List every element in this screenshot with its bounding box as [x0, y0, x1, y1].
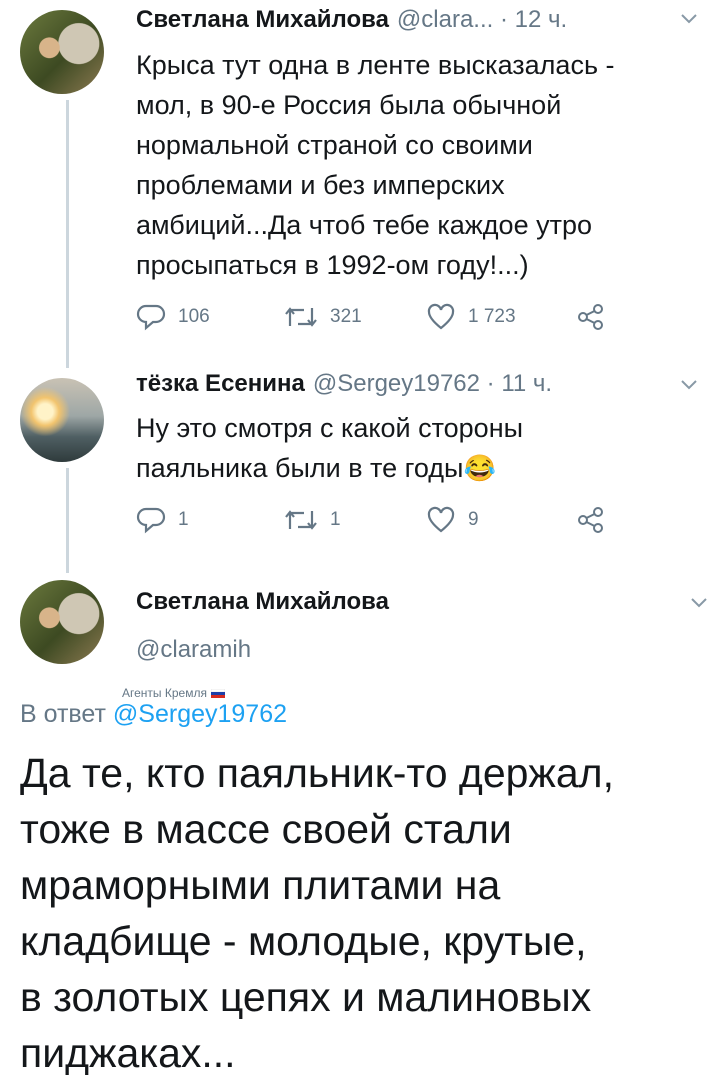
author-name[interactable]: Светлана Михайлова [136, 6, 389, 34]
reply-count: 106 [178, 306, 210, 327]
author-name[interactable]: Светлана Михайлова [136, 588, 389, 616]
share-button[interactable] [576, 505, 618, 535]
like-icon [427, 303, 455, 330]
overlay-badge: Агенты Кремля [122, 686, 225, 700]
thread-line [66, 100, 69, 368]
text-line: пиджаках... [20, 1030, 236, 1076]
text-line: мраморными плитами на [20, 862, 501, 908]
chevron-down-icon[interactable] [680, 378, 698, 396]
like-count: 1 723 [468, 306, 516, 327]
like-button[interactable]: 9 [426, 505, 479, 535]
text-line: Да те, кто паяльник-то держал, [20, 750, 614, 796]
text-line: в золотых цепях и малиновых [20, 974, 592, 1020]
share-icon [578, 304, 603, 330]
main-tweet-text: Да те, кто паяльник-то держал, тоже в ма… [20, 745, 720, 1081]
text-line-content: паяльника были в те годы [136, 453, 464, 483]
thread-line [66, 468, 69, 573]
text-line: паяльника были в те годы😂 [136, 448, 716, 488]
text-line: амбиций...Да чтоб тебе каждое утро [136, 210, 592, 240]
like-icon [427, 506, 455, 533]
retweet-count: 321 [330, 306, 362, 327]
tweet-text: Ну это смотря с какой стороны паяльника … [136, 408, 716, 488]
retweet-icon [285, 510, 317, 530]
reply-to-prefix: В ответ [20, 700, 106, 728]
share-button[interactable] [576, 302, 618, 332]
text-line: проблемами и без имперских [136, 170, 505, 200]
text-line: кладбище - молодые, крутые, [20, 918, 587, 964]
share-icon [578, 507, 603, 533]
flag-ru-icon [210, 688, 225, 698]
reply-icon [136, 304, 166, 331]
reply-button[interactable]: 106 [136, 302, 210, 332]
text-line: просыпаться в 1992-ом году!...) [136, 250, 529, 280]
author-handle-time[interactable]: @Sergey19762 · 11 ч. [313, 370, 552, 398]
action-bar: 1 1 9 [136, 505, 636, 539]
tweet-header: Светлана Михайлова @clara... · 12 ч. [136, 6, 696, 34]
like-button[interactable]: 1 723 [426, 302, 516, 332]
chevron-down-icon[interactable] [680, 12, 698, 30]
tweet-text: Крыса тут одна в ленте высказалась - мол… [136, 45, 716, 285]
retweet-button[interactable]: 1 [284, 505, 341, 535]
text-line: Ну это смотря с какой стороны [136, 413, 524, 443]
text-line: Крыса тут одна в ленте высказалась - [136, 50, 615, 80]
chevron-down-icon[interactable] [690, 596, 708, 614]
tweet-header: тёзка Есенина @Sergey19762 · 11 ч. [136, 370, 696, 398]
reply-count: 1 [178, 509, 189, 530]
text-line: мол, в 90-е Россия была обычной [136, 90, 562, 120]
author-name[interactable]: тёзка Есенина [136, 370, 305, 398]
retweet-icon [285, 307, 317, 327]
action-bar: 106 321 1 723 [136, 302, 636, 336]
like-count: 9 [468, 509, 479, 530]
retweet-button[interactable]: 321 [284, 302, 362, 332]
reply-to: В ответ @Sergey19762 [20, 700, 287, 729]
retweet-count: 1 [330, 509, 341, 530]
avatar[interactable] [20, 10, 104, 94]
reply-icon [136, 507, 166, 534]
text-line: нормальной страной со своими [136, 130, 533, 160]
avatar[interactable] [20, 378, 104, 462]
reply-to-handle[interactable]: @Sergey19762 [113, 700, 287, 728]
avatar[interactable] [20, 580, 104, 664]
badge-text: Агенты Кремля [122, 686, 207, 700]
author-handle[interactable]: @claramih [136, 636, 251, 664]
laughing-emoji: 😂 [463, 453, 496, 483]
reply-button[interactable]: 1 [136, 505, 189, 535]
text-line: тоже в массе своей стали [20, 806, 512, 852]
author-handle-time[interactable]: @clara... · 12 ч. [397, 6, 567, 34]
